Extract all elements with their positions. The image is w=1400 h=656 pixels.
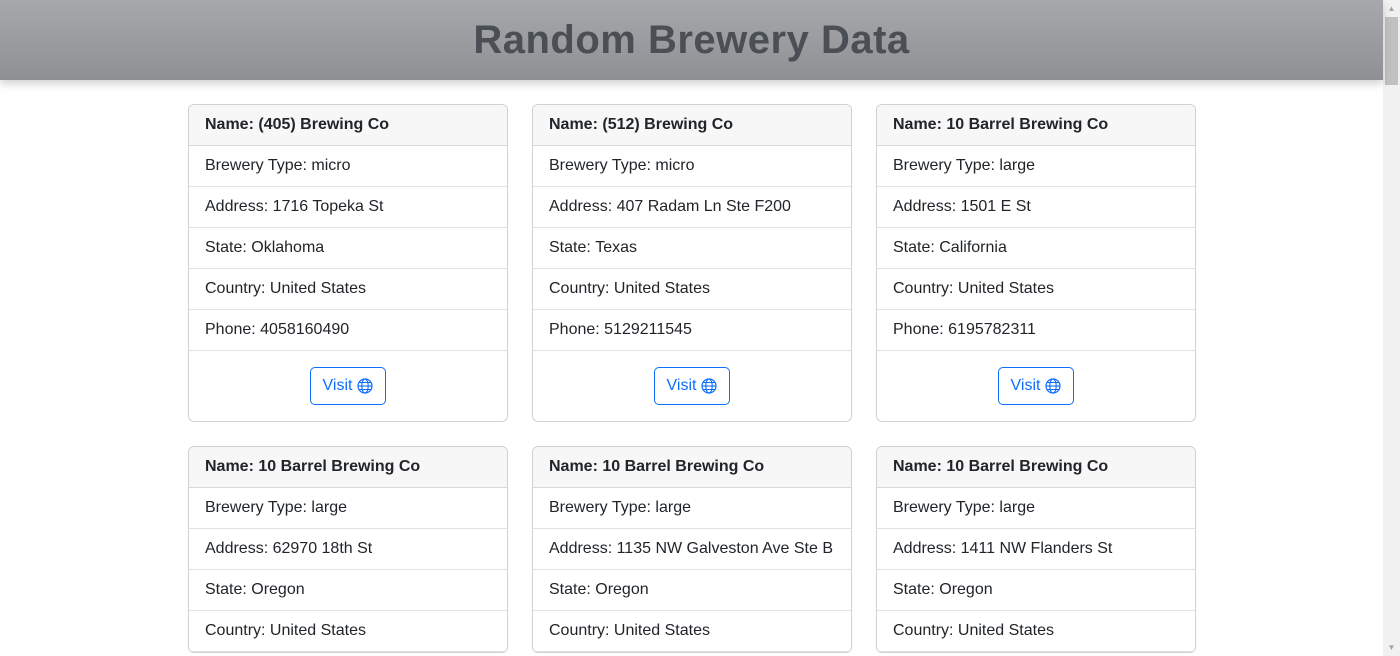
- globe-icon: [701, 378, 718, 394]
- brewery-country: Country: United States: [877, 611, 1195, 652]
- brewery-card: Name: (512) Brewing Co Brewery Type: mic…: [532, 104, 852, 422]
- brewery-name: Name: (512) Brewing Co: [533, 105, 851, 146]
- card-footer: Visit: [189, 351, 507, 421]
- brewery-phone: Phone: 6195782311: [877, 310, 1195, 351]
- brewery-name: Name: 10 Barrel Brewing Co: [533, 447, 851, 488]
- brewery-address: Address: 407 Radam Ln Ste F200: [533, 187, 851, 228]
- visit-button[interactable]: Visit: [997, 367, 1075, 405]
- brewery-card: Name: (405) Brewing Co Brewery Type: mic…: [188, 104, 508, 422]
- brewery-address: Address: 1716 Topeka St: [189, 187, 507, 228]
- brewery-state: State: California: [877, 228, 1195, 269]
- brewery-phone: Phone: 4058160490: [189, 310, 507, 351]
- brewery-grid: Name: (405) Brewing Co Brewery Type: mic…: [188, 104, 1196, 653]
- brewery-name: Name: 10 Barrel Brewing Co: [877, 105, 1195, 146]
- brewery-country: Country: United States: [877, 269, 1195, 310]
- brewery-state: State: Oregon: [533, 570, 851, 611]
- brewery-card: Name: 10 Barrel Brewing Co Brewery Type:…: [188, 446, 508, 653]
- brewery-card: Name: 10 Barrel Brewing Co Brewery Type:…: [876, 446, 1196, 653]
- brewery-country: Country: United States: [533, 269, 851, 310]
- brewery-type: Brewery Type: large: [189, 488, 507, 529]
- visit-button[interactable]: Visit: [653, 367, 731, 405]
- page-title: Random Brewery Data: [473, 17, 910, 62]
- brewery-phone: Phone: 5129211545: [533, 310, 851, 351]
- brewery-address: Address: 62970 18th St: [189, 529, 507, 570]
- brewery-type: Brewery Type: micro: [533, 146, 851, 187]
- brewery-country: Country: United States: [533, 611, 851, 652]
- page-header: Random Brewery Data: [0, 0, 1383, 80]
- scrollbar-thumb[interactable]: [1385, 17, 1398, 85]
- brewery-type: Brewery Type: large: [877, 146, 1195, 187]
- brewery-address: Address: 1411 NW Flanders St: [877, 529, 1195, 570]
- brewery-card: Name: 10 Barrel Brewing Co Brewery Type:…: [876, 104, 1196, 422]
- brewery-state: State: Oregon: [877, 570, 1195, 611]
- brewery-name: Name: 10 Barrel Brewing Co: [189, 447, 507, 488]
- visit-button[interactable]: Visit: [309, 367, 387, 405]
- scroll-down-arrow-icon[interactable]: ▼: [1383, 639, 1400, 656]
- brewery-type: Brewery Type: micro: [189, 146, 507, 187]
- brewery-country: Country: United States: [189, 611, 507, 652]
- globe-icon: [357, 378, 374, 394]
- brewery-address: Address: 1501 E St: [877, 187, 1195, 228]
- brewery-country: Country: United States: [189, 269, 507, 310]
- brewery-name: Name: 10 Barrel Brewing Co: [877, 447, 1195, 488]
- brewery-state: State: Oregon: [189, 570, 507, 611]
- card-footer: Visit: [533, 351, 851, 421]
- brewery-type: Brewery Type: large: [533, 488, 851, 529]
- brewery-type: Brewery Type: large: [877, 488, 1195, 529]
- brewery-card: Name: 10 Barrel Brewing Co Brewery Type:…: [532, 446, 852, 653]
- brewery-state: State: Texas: [533, 228, 851, 269]
- vertical-scrollbar[interactable]: ▲ ▼: [1383, 0, 1400, 656]
- brewery-name: Name: (405) Brewing Co: [189, 105, 507, 146]
- brewery-address: Address: 1135 NW Galveston Ave Ste B: [533, 529, 851, 570]
- brewery-state: State: Oklahoma: [189, 228, 507, 269]
- globe-icon: [1045, 378, 1062, 394]
- scroll-up-arrow-icon[interactable]: ▲: [1383, 0, 1400, 17]
- card-footer: Visit: [877, 351, 1195, 421]
